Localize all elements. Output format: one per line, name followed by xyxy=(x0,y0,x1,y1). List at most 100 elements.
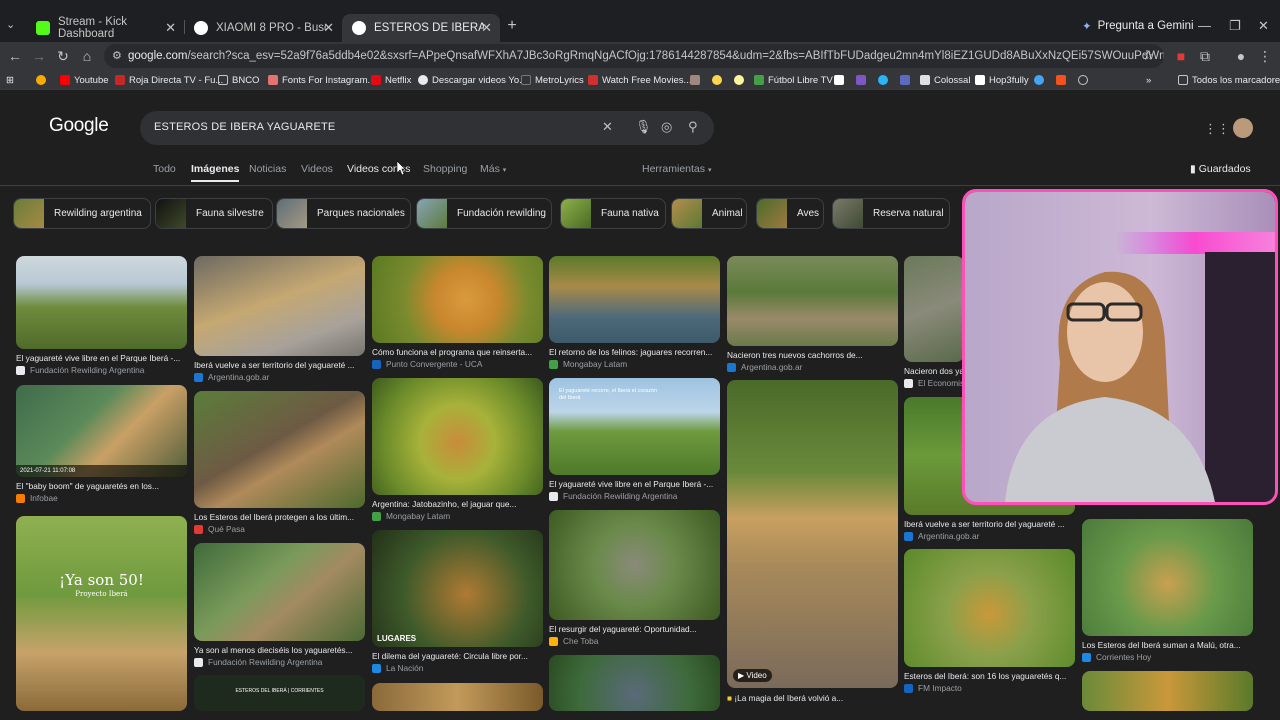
result-thumbnail[interactable] xyxy=(904,549,1075,667)
minimize-icon[interactable]: — xyxy=(1198,18,1211,33)
chip-parques-nacionales[interactable]: Parques nacionales xyxy=(276,198,411,229)
bookmark-item[interactable] xyxy=(734,73,748,87)
search-input[interactable]: ESTEROS DE IBERA YAGUARETE xyxy=(154,121,335,133)
result-thumbnail[interactable] xyxy=(727,256,898,346)
bookmark-item[interactable]: Fonts For Instagram... xyxy=(268,73,375,87)
tab-noticias[interactable]: Noticias xyxy=(249,163,286,175)
image-result[interactable] xyxy=(372,683,543,711)
close-tab-icon[interactable]: ✕ xyxy=(165,20,176,36)
tools-button[interactable]: Herramientas ▾ xyxy=(642,163,711,175)
image-result[interactable]: Argentina: Jatobazinho, el jaguar que...… xyxy=(372,378,543,521)
bookmark-star-icon[interactable]: ☆ xyxy=(1142,44,1154,68)
image-result[interactable]: Los Esteros del Iberá suman a Malú, otra… xyxy=(1082,519,1253,664)
new-tab-button[interactable]: + xyxy=(504,18,520,34)
chip-fauna-nativa[interactable]: Fauna nativa xyxy=(560,198,666,229)
result-thumbnail[interactable]: ESTEROS DEL IBERÁ | CORRIENTES xyxy=(194,675,365,711)
bookmark-item[interactable]: Watch Free Movies... xyxy=(588,73,691,87)
ask-gemini-button[interactable]: ✦ Pregunta a Gemini xyxy=(1082,19,1194,33)
bookmark-item[interactable]: Hop3fully xyxy=(975,73,1029,87)
result-thumbnail[interactable] xyxy=(372,683,543,711)
reload-icon[interactable]: ↻ xyxy=(54,47,72,65)
tab-todo[interactable]: Todo xyxy=(153,163,176,175)
bookmark-item[interactable] xyxy=(1034,73,1048,87)
all-bookmarks-folder[interactable]: Todos los marcadores xyxy=(1178,73,1280,87)
image-result[interactable]: ¡Ya son 50! Proyecto Iberá xyxy=(16,516,187,711)
bookmark-item[interactable] xyxy=(690,73,704,87)
result-thumbnail[interactable] xyxy=(194,256,365,356)
bookmark-item[interactable] xyxy=(712,73,726,87)
tab-videos[interactable]: Videos xyxy=(301,163,333,175)
bookmark-item[interactable] xyxy=(36,73,50,87)
microphone-icon[interactable]: 🎙 xyxy=(635,119,652,135)
result-thumbnail[interactable] xyxy=(1082,519,1253,636)
chip-fundacion-rewilding[interactable]: Fundación rewilding xyxy=(416,198,552,229)
bookmark-item[interactable] xyxy=(834,73,848,87)
result-thumbnail[interactable] xyxy=(549,510,720,620)
image-result[interactable]: Nacieron dos ya... El Economis... xyxy=(904,256,971,391)
more-bookmarks-icon[interactable]: » xyxy=(1146,73,1151,87)
image-result[interactable]: El yaguareté vive libre en el Parque Ibe… xyxy=(16,256,187,375)
bookmark-item[interactable]: Fútbol Libre TV xyxy=(754,73,833,87)
image-result[interactable]: ▶ Video ■ ¡La magia del Iberá volvió a..… xyxy=(727,380,898,705)
result-thumbnail[interactable] xyxy=(194,543,365,641)
saved-button[interactable]: ▮ Guardados xyxy=(1190,163,1251,175)
tab-search-icon[interactable]: ⌄ xyxy=(6,18,22,34)
image-result[interactable] xyxy=(549,655,720,711)
site-info-icon[interactable]: ⚙ xyxy=(112,44,122,68)
bookmark-folder[interactable]: BNCO xyxy=(218,73,259,87)
google-logo[interactable]: Google xyxy=(49,115,109,137)
tab-esteros-search[interactable]: ESTEROS DE IBERA YAGUARETE ✕ xyxy=(342,14,500,42)
forward-icon[interactable]: → xyxy=(30,47,48,65)
close-window-icon[interactable]: ✕ xyxy=(1258,18,1269,34)
apps-grid-icon[interactable]: ⊞ xyxy=(6,73,14,87)
result-thumbnail[interactable] xyxy=(372,256,543,343)
image-result[interactable]: El yaguareté recorre, el Iberá el corazó… xyxy=(549,378,720,503)
tab-kick-dashboard[interactable]: Stream - Kick Dashboard ✕ xyxy=(26,14,184,42)
result-thumbnail[interactable]: LUGARES xyxy=(372,530,543,647)
extensions-puzzle-icon[interactable]: ⧉ xyxy=(1196,47,1214,65)
result-thumbnail[interactable] xyxy=(16,256,187,349)
bookmark-item[interactable] xyxy=(1078,73,1092,87)
result-thumbnail[interactable] xyxy=(1082,671,1253,711)
bookmark-item[interactable]: Colossal xyxy=(920,73,970,87)
search-box[interactable]: ESTEROS DE IBERA YAGUARETE ✕ 🎙 ◎ ⚲ xyxy=(140,111,714,145)
chip-rewilding-argentina[interactable]: Rewilding argentina xyxy=(13,198,151,229)
search-icon[interactable]: ⚲ xyxy=(688,119,698,135)
chip-animal[interactable]: Animal xyxy=(671,198,747,229)
tab-xiaomi-search[interactable]: XIAOMI 8 PRO - Buscar con Goo ✕ xyxy=(184,14,342,42)
tab-mas[interactable]: Más ▾ xyxy=(480,163,506,175)
close-tab-icon[interactable]: ✕ xyxy=(481,20,492,36)
result-thumbnail[interactable] xyxy=(194,391,365,508)
bookmark-item[interactable] xyxy=(856,73,870,87)
address-bar[interactable]: ⚙ google.com/search?sca_esv=52a9f76a5ddb… xyxy=(104,44,1164,68)
result-thumbnail[interactable] xyxy=(549,655,720,711)
bookmark-item[interactable] xyxy=(900,73,914,87)
bookmark-item[interactable] xyxy=(878,73,892,87)
image-result[interactable]: El retorno de los felinos: jaguares reco… xyxy=(549,256,720,370)
clear-icon[interactable]: ✕ xyxy=(602,119,613,135)
tab-shopping[interactable]: Shopping xyxy=(423,163,467,175)
image-result[interactable]: Iberá vuelve a ser territorio del yaguar… xyxy=(194,256,365,385)
lens-icon[interactable]: ◎ xyxy=(661,119,672,135)
result-thumbnail[interactable]: ¡Ya son 50! Proyecto Iberá xyxy=(16,516,187,711)
image-result[interactable] xyxy=(1082,671,1253,711)
image-result[interactable]: 2021-07-21 11:07:08 El "baby boom" de ya… xyxy=(16,385,187,503)
tab-imagenes[interactable]: Imágenes xyxy=(191,163,240,182)
result-thumbnail[interactable] xyxy=(372,378,543,495)
image-result[interactable]: Nacieron tres nuevos cachorros de... Arg… xyxy=(727,256,898,372)
profile-avatar-icon[interactable]: ● xyxy=(1232,47,1250,65)
image-result[interactable]: LUGARES El dilema del yaguareté: Circula… xyxy=(372,530,543,675)
more-menu-icon[interactable]: ⋮ xyxy=(1256,47,1274,65)
extension-icon[interactable]: ■ xyxy=(1172,47,1190,65)
result-thumbnail[interactable]: 2021-07-21 11:07:08 xyxy=(16,385,187,477)
image-result[interactable]: El resurgir del yaguareté: Oportunidad..… xyxy=(549,510,720,648)
bookmark-item[interactable]: Netflix xyxy=(371,73,411,87)
home-icon[interactable]: ⌂ xyxy=(78,47,96,65)
bookmark-item[interactable]: Descargar videos Yo... xyxy=(418,73,527,87)
image-result[interactable]: Cómo funciona el programa que reinserta.… xyxy=(372,256,543,370)
result-thumbnail[interactable]: El yaguareté recorre, el Iberá el corazó… xyxy=(549,378,720,475)
chip-reserva-natural[interactable]: Reserva natural xyxy=(832,198,950,229)
bookmark-item[interactable]: Roja Directa TV - Fu... xyxy=(115,73,223,87)
image-result[interactable]: Esteros del Iberá: son 16 los yaguaretés… xyxy=(904,549,1075,694)
chip-fauna-silvestre[interactable]: Fauna silvestre xyxy=(155,198,273,229)
